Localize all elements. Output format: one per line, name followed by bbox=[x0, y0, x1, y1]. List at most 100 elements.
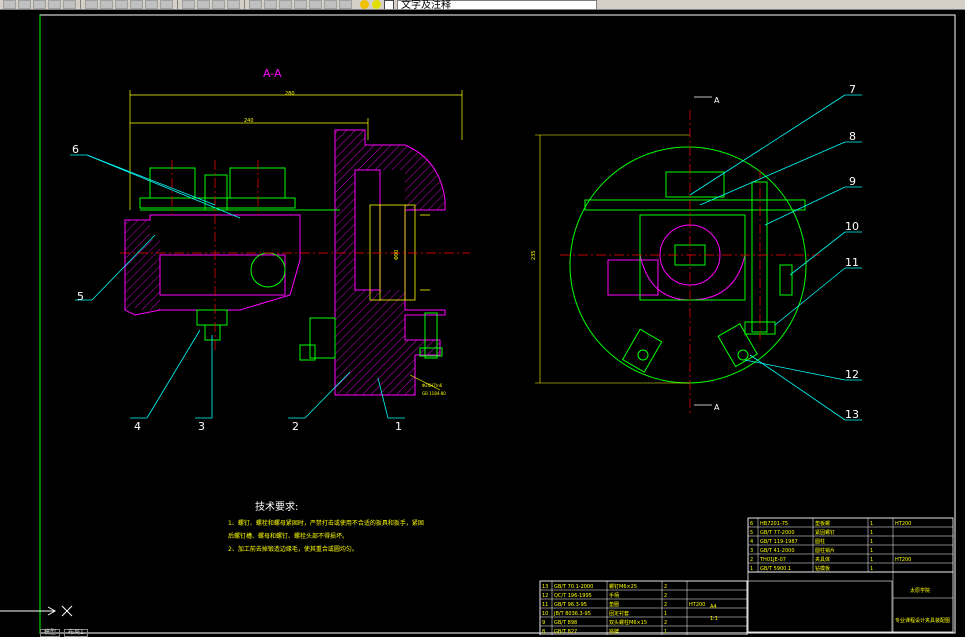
leader-2: 2 bbox=[292, 420, 299, 433]
leader-1: 1 bbox=[395, 420, 402, 433]
right-table-cell: 垫板螺 bbox=[815, 520, 830, 527]
left-table-cell: 2 bbox=[664, 584, 667, 590]
note-line-1: 1、螺钉、螺栓和螺母紧固时，严禁打击或使用不合适的扳具和扳手，紧固 bbox=[228, 519, 424, 527]
centerlines-right bbox=[560, 110, 820, 415]
right-table-cell: 钻模板 bbox=[815, 565, 830, 572]
leader-12: 12 bbox=[845, 368, 859, 381]
hatch-left-2 bbox=[135, 240, 160, 310]
left-table-extension bbox=[746, 580, 893, 634]
zoom-window-icon[interactable] bbox=[212, 0, 225, 9]
clamp-parts-right bbox=[584, 171, 806, 373]
right-table-cell: 1 bbox=[870, 539, 873, 545]
zoom-prev-icon[interactable] bbox=[227, 0, 240, 9]
left-table-cell: 2 bbox=[664, 593, 667, 599]
layer-control[interactable]: 文字及注释 bbox=[360, 0, 597, 9]
tab-layout1[interactable]: 布局1 bbox=[64, 629, 88, 637]
right-table-cell: 夹具体 bbox=[815, 556, 830, 563]
right-table-cell: 5 bbox=[750, 530, 753, 536]
left-table-cell: GB/T 898 bbox=[554, 620, 577, 626]
bore-outline bbox=[369, 204, 430, 301]
toolbar-buttons bbox=[3, 0, 352, 9]
dim-top-text: 280 bbox=[285, 91, 295, 97]
pan-icon[interactable] bbox=[182, 0, 195, 9]
bore-dim: Φ90 bbox=[394, 250, 400, 260]
open-icon[interactable] bbox=[18, 0, 31, 9]
left-table-cell: 手柄 bbox=[609, 592, 619, 599]
standard-toolbar: 文字及注释 bbox=[0, 0, 965, 10]
tool-palette-icon[interactable] bbox=[279, 0, 292, 9]
leader-11: 11 bbox=[845, 256, 859, 269]
note-line-2: 后螺钉槽、螺母和螺钉、螺栓头部不得损坏。 bbox=[228, 532, 348, 540]
sheet-set-icon[interactable] bbox=[294, 0, 307, 9]
toolbar-separator bbox=[177, 0, 178, 9]
layer-sun-icon bbox=[372, 0, 381, 9]
leader-lines bbox=[70, 94, 862, 421]
left-table-cell: 垫圈 bbox=[609, 601, 619, 608]
zoom-icon[interactable] bbox=[197, 0, 210, 9]
matchprop-icon[interactable] bbox=[130, 0, 143, 9]
leader-4: 4 bbox=[134, 420, 141, 433]
left-table-cell: 铭牌 bbox=[609, 628, 619, 635]
markup-icon[interactable] bbox=[309, 0, 322, 9]
right-table-cell: 1 bbox=[870, 548, 873, 554]
help-icon[interactable] bbox=[339, 0, 352, 9]
layer-name-dropdown[interactable]: 文字及注释 bbox=[397, 0, 597, 9]
cut-icon[interactable] bbox=[85, 0, 98, 9]
layer-bulb-icon bbox=[360, 0, 369, 9]
leader-6: 6 bbox=[72, 143, 79, 156]
right-table-cell: GB/T 5900.1 bbox=[760, 566, 791, 572]
note-line-3: 2、加工前去掉锻造边缘毛，使其重合或圆均匀。 bbox=[228, 545, 358, 553]
drawing-canvas[interactable]: A-A 280 240 Φ90 Φ20H7/n6 GB 1184-80 235 … bbox=[0, 10, 965, 635]
left-table-cell: QC/T 196-1995 bbox=[554, 593, 592, 599]
right-table-cell: TH01JE-07 bbox=[759, 557, 786, 563]
right-table-cell: 1 bbox=[870, 557, 873, 563]
workpiece-right bbox=[607, 214, 746, 301]
right-table-cell: 1 bbox=[870, 521, 873, 527]
section-label: A-A bbox=[263, 67, 282, 80]
toolbar-separator bbox=[244, 0, 245, 9]
calculator-icon[interactable] bbox=[324, 0, 337, 9]
layer-color-icon bbox=[384, 0, 394, 9]
left-table-cell: 12 bbox=[542, 593, 548, 599]
left-table-cell: 螺钉M6×25 bbox=[609, 583, 637, 590]
toolbar-separator bbox=[80, 0, 81, 9]
undo-icon[interactable] bbox=[145, 0, 158, 9]
new-icon[interactable] bbox=[3, 0, 16, 9]
right-table-cell: 圆柱销片 bbox=[815, 547, 835, 554]
left-table-cell: HT200 bbox=[689, 602, 705, 608]
tab-model[interactable]: 模型 bbox=[40, 629, 61, 637]
left-table-cell: 9 bbox=[542, 620, 545, 626]
right-table-cell: 1 bbox=[750, 566, 753, 572]
title-block-org: 太原学院 bbox=[910, 587, 930, 594]
design-center-icon[interactable] bbox=[264, 0, 277, 9]
left-table-cell: 2 bbox=[664, 602, 667, 608]
parts-table-left: 13 GB/T 70.1-2000 螺钉M6×25 212 QC/T 196-1995 手… bbox=[539, 580, 893, 635]
redo-icon[interactable] bbox=[160, 0, 173, 9]
save-icon[interactable] bbox=[33, 0, 46, 9]
drawing-scale: 1:1 bbox=[710, 616, 718, 622]
paste-icon[interactable] bbox=[115, 0, 128, 9]
dim-second-text: 240 bbox=[244, 118, 254, 124]
properties-icon[interactable] bbox=[249, 0, 262, 9]
left-table-cell: 13 bbox=[542, 584, 548, 590]
right-table-cell: 6 bbox=[750, 521, 753, 527]
leader-5: 5 bbox=[77, 290, 84, 303]
section-mark-bottom: A bbox=[714, 403, 720, 412]
copy-icon[interactable] bbox=[100, 0, 113, 9]
preview-icon[interactable] bbox=[63, 0, 76, 9]
right-table-cell: HB7201-75 bbox=[760, 521, 788, 527]
leader-13: 13 bbox=[845, 408, 859, 421]
right-table-cell: 紧固螺钉 bbox=[815, 529, 835, 536]
leader-8: 8 bbox=[849, 130, 856, 143]
leader-10: 10 bbox=[845, 220, 859, 233]
left-table-cell: 11 bbox=[542, 602, 548, 608]
left-table-cell: 双头螺柱M6×15 bbox=[609, 619, 647, 626]
left-table-cell: 8 bbox=[542, 629, 545, 635]
left-table-cell: 10 bbox=[542, 611, 548, 617]
leader-7: 7 bbox=[849, 83, 856, 96]
left-table-cell: 1 bbox=[664, 611, 667, 617]
print-icon[interactable] bbox=[48, 0, 61, 9]
right-table-cell: HT200 bbox=[895, 521, 911, 527]
leader-9: 9 bbox=[849, 175, 856, 188]
left-table-cell: GB/T 70.1-2000 bbox=[554, 584, 593, 590]
